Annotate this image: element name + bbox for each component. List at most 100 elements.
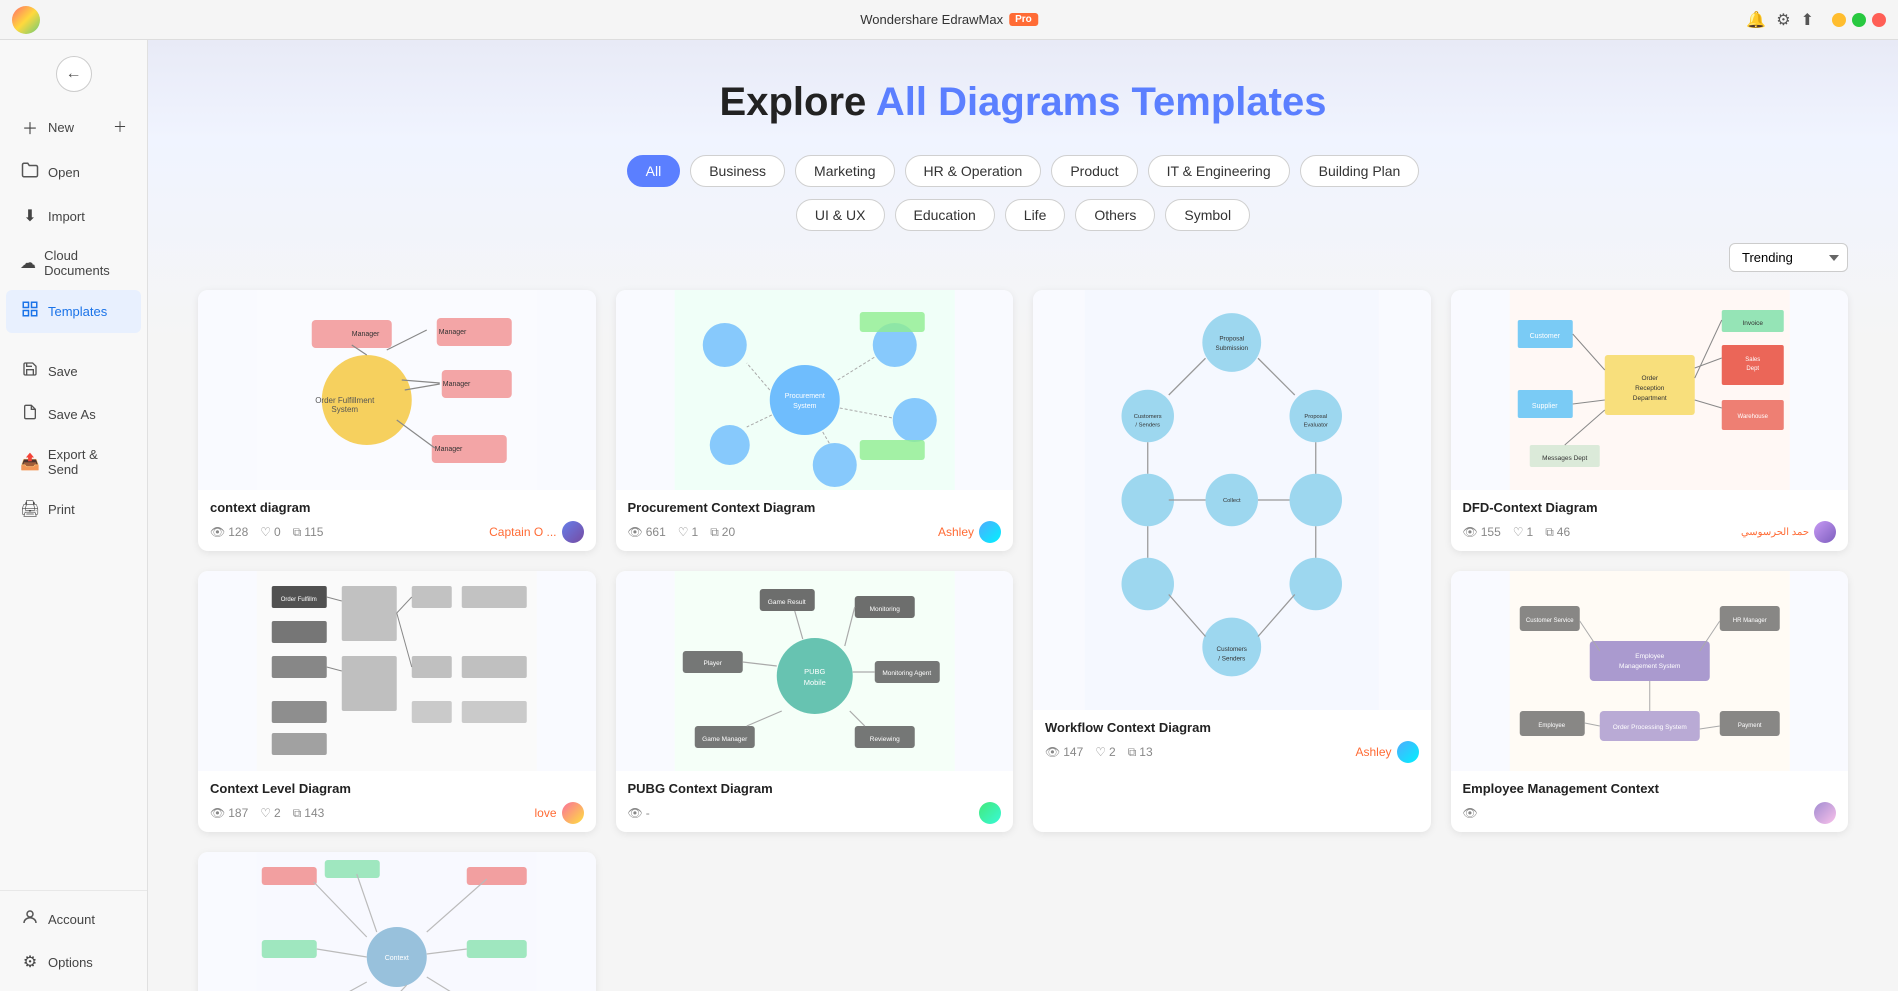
filter-business[interactable]: Business (690, 155, 785, 187)
svg-text:Manager: Manager (352, 331, 380, 338)
filter-education[interactable]: Education (895, 199, 995, 231)
svg-text:Customer: Customer (1529, 333, 1560, 340)
card-title-4: DFD-Context Diagram (1463, 500, 1837, 515)
views-stat-2: 👁 661 (628, 525, 666, 539)
copies-stat-1: ⧉ 115 (293, 525, 324, 540)
page-header: Explore All Diagrams Templates (198, 80, 1848, 125)
likes-stat-1: ♡ 0 (260, 525, 280, 539)
maximize-button[interactable]: □ (1852, 13, 1866, 27)
card-meta-7: 👁 (1463, 802, 1837, 824)
template-card-8[interactable]: Context Context Diagram Template 👁 (198, 852, 596, 991)
author-avatar-1 (562, 521, 584, 543)
card-author-5: love (534, 802, 583, 824)
filter-others[interactable]: Others (1075, 199, 1155, 231)
template-card-3[interactable]: Proposal Submission (1033, 290, 1431, 832)
sidebar-item-save[interactable]: Save (6, 351, 141, 392)
views-count-6: - (646, 806, 650, 820)
sidebar-label-save: Save (48, 364, 78, 379)
likes-count-5: 2 (274, 806, 281, 820)
sidebar-item-open[interactable]: Open (6, 151, 141, 194)
filter-all[interactable]: All (627, 155, 681, 187)
sidebar-item-saveas[interactable]: Save As (6, 394, 141, 435)
likes-count-1: 0 (274, 525, 281, 539)
author-avatar-3 (1397, 741, 1419, 763)
svg-text:PUBG: PUBG (804, 667, 825, 676)
svg-text:Employee: Employee (1538, 723, 1565, 729)
template-card-7[interactable]: Employee Management System Customer Serv… (1451, 571, 1849, 832)
svg-text:Monitoring Agent: Monitoring Agent (882, 670, 931, 677)
filter-ui[interactable]: UI & UX (796, 199, 885, 231)
sidebar-item-cloud[interactable]: ☁ Cloud Documents (6, 238, 141, 288)
card-info-7: Employee Management Context 👁 (1451, 771, 1849, 832)
sidebar-item-import[interactable]: ⬇ Import (6, 196, 141, 236)
views-stat-6: 👁 - (628, 806, 650, 820)
template-card-1[interactable]: Order Fulfillment System Manager Manager… (198, 290, 596, 551)
options-icon: ⚙ (20, 952, 40, 972)
filter-symbol[interactable]: Symbol (1165, 199, 1250, 231)
svg-text:Procurement: Procurement (784, 393, 824, 400)
views-stat-7: 👁 (1463, 806, 1478, 820)
template-card-6[interactable]: PUBG Mobile Game Result Monitoring Monit… (616, 571, 1014, 832)
svg-text:Invoice: Invoice (1742, 320, 1763, 327)
cloud-icon: ☁ (20, 253, 36, 273)
card-meta-6: 👁 - (628, 802, 1002, 824)
new-icon: ＋ (20, 115, 40, 139)
svg-text:Collect: Collect (1223, 498, 1241, 504)
new-plus-icon: ＋ (113, 117, 127, 137)
svg-text:Proposal: Proposal (1219, 335, 1244, 342)
app-title-bar: Wondershare EdrawMax Pro (860, 12, 1038, 27)
copy-icon-5: ⧉ (293, 806, 302, 821)
user-avatar-titlebar (12, 6, 40, 34)
sidebar-label-cloud: Cloud Documents (44, 248, 127, 278)
template-card-4[interactable]: Customer Supplier Order Reception Depart… (1451, 290, 1849, 551)
minimize-button[interactable]: − (1832, 13, 1846, 27)
sidebar-label-open: Open (48, 165, 80, 180)
template-card-5[interactable]: Order Fulfillm (198, 571, 596, 832)
bell-icon[interactable]: ⚙ (1776, 10, 1790, 30)
svg-text:Customer Service: Customer Service (1525, 618, 1573, 624)
close-button[interactable]: × (1872, 13, 1886, 27)
filter-building[interactable]: Building Plan (1300, 155, 1420, 187)
share-icon[interactable]: ⬆ (1801, 10, 1814, 30)
template-card-2[interactable]: Procurement System (616, 290, 1014, 551)
views-count-1: 128 (228, 525, 248, 539)
author-name-1: Captain O ... (489, 525, 556, 539)
author-name-4: حمد الحرسوسي (1741, 527, 1809, 538)
sidebar-label-templates: Templates (48, 304, 107, 319)
svg-text:Manager: Manager (443, 381, 471, 388)
help-icon[interactable]: 🔔 (1746, 10, 1766, 30)
card-author-3: Ashley (1355, 741, 1418, 763)
views-stat-3: 👁 147 (1045, 745, 1083, 759)
sidebar-item-templates[interactable]: Templates (6, 290, 141, 333)
app-body: ← ＋ New ＋ Open ⬇ Import ☁ Cloud Document… (0, 40, 1898, 991)
svg-text:Dept: Dept (1746, 366, 1759, 372)
sidebar-item-print[interactable]: 🖨 Print (6, 489, 141, 529)
filter-row-2: UI & UX Education Life Others Symbol (198, 199, 1848, 231)
sidebar-item-export[interactable]: 📤 Export & Send (6, 437, 141, 487)
sidebar-item-new[interactable]: ＋ New ＋ (6, 105, 141, 149)
card-info-4: DFD-Context Diagram 👁 155 ♡ 1 ⧉ 46 (1451, 490, 1849, 551)
likes-count-4: 1 (1527, 525, 1534, 539)
svg-text:Customers: Customers (1134, 414, 1162, 420)
filter-it[interactable]: IT & Engineering (1148, 155, 1290, 187)
svg-text:Management System: Management System (1619, 663, 1680, 670)
copies-count-2: 20 (722, 525, 735, 539)
filter-product[interactable]: Product (1051, 155, 1137, 187)
copies-stat-3: ⧉ 13 (1128, 745, 1153, 760)
sidebar-item-options[interactable]: ⚙ Options (6, 942, 141, 982)
sidebar-item-account[interactable]: Account (6, 898, 141, 941)
card-meta-4: 👁 155 ♡ 1 ⧉ 46 حمد الحرسوسي (1463, 521, 1837, 543)
filter-hr[interactable]: HR & Operation (905, 155, 1042, 187)
sort-select[interactable]: Trending Newest Most Popular (1729, 243, 1848, 272)
heart-icon-2: ♡ (678, 525, 689, 539)
svg-text:Department: Department (1632, 395, 1666, 402)
svg-text:Evaluator: Evaluator (1304, 423, 1328, 429)
likes-stat-4: ♡ 1 (1513, 525, 1533, 539)
filter-life[interactable]: Life (1005, 199, 1066, 231)
card-meta-5: 👁 187 ♡ 2 ⧉ 143 love (210, 802, 584, 824)
card-title-6: PUBG Context Diagram (628, 781, 1002, 796)
back-button[interactable]: ← (56, 56, 92, 92)
card-title-3: Workflow Context Diagram (1045, 720, 1419, 735)
svg-text:/ Senders: / Senders (1218, 656, 1245, 663)
filter-marketing[interactable]: Marketing (795, 155, 894, 187)
